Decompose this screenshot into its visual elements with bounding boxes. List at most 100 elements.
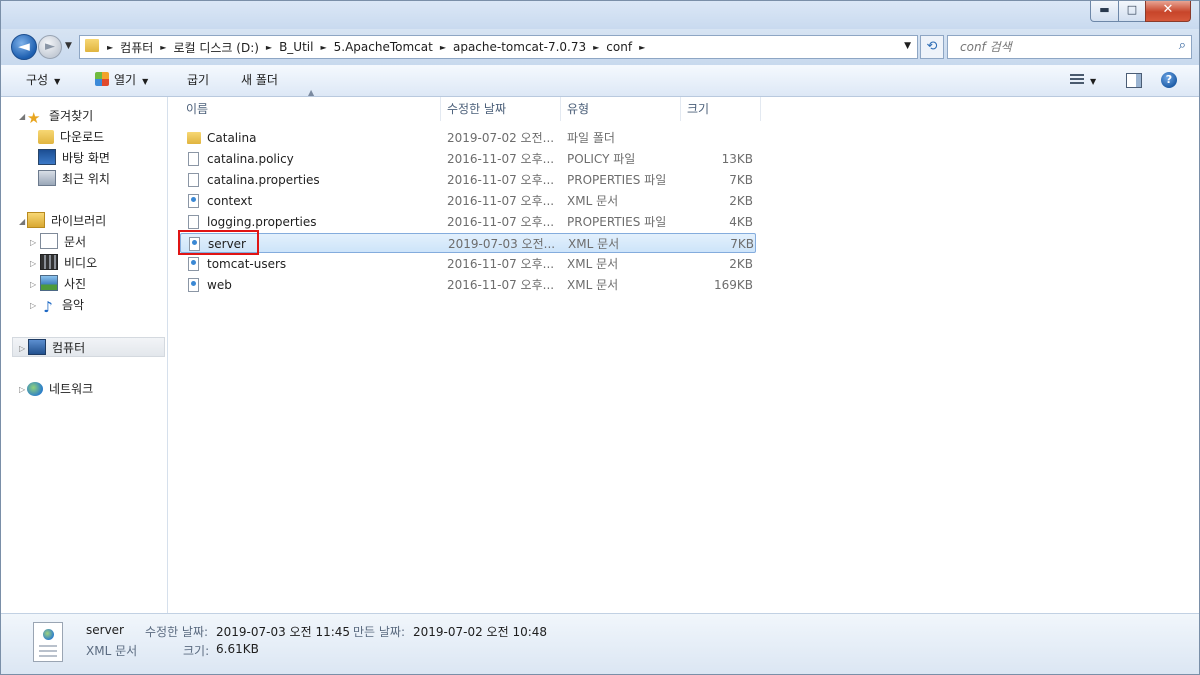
file-icon bbox=[188, 215, 199, 229]
nav-videos[interactable]: 비디오 bbox=[40, 253, 97, 273]
expand-arrow-icon[interactable]: ▷ bbox=[19, 385, 25, 394]
nav-documents[interactable]: 문서 bbox=[40, 232, 86, 252]
folder-icon bbox=[187, 132, 201, 144]
nav-label: 라이브러리 bbox=[51, 214, 107, 228]
breadcrumb-separator-icon[interactable]: ► bbox=[160, 43, 166, 52]
breadcrumb-separator-icon[interactable]: ► bbox=[639, 43, 645, 52]
column-header-date[interactable]: 수정한 날짜 bbox=[441, 97, 561, 121]
file-name: web bbox=[207, 278, 232, 292]
downloads-folder-icon bbox=[38, 130, 54, 144]
expand-arrow-icon[interactable]: ▷ bbox=[30, 238, 36, 247]
burn-button[interactable]: 굽기 bbox=[187, 65, 209, 96]
expand-arrow-icon[interactable]: ▷ bbox=[19, 344, 25, 353]
expand-arrow-icon[interactable]: ▷ bbox=[30, 301, 36, 310]
folder-icon bbox=[85, 39, 99, 52]
navigation-pane: ◢ ★ 즐겨찾기 다운로드 바탕 화면 최근 위치 ◢ 라이브러리 ▷ 문서 ▷ … bbox=[1, 97, 168, 613]
nav-downloads[interactable]: 다운로드 bbox=[38, 127, 104, 147]
file-date: 2016-11-07 오후... bbox=[447, 194, 555, 208]
help-button[interactable]: ? bbox=[1161, 72, 1177, 88]
breadcrumb-separator-icon[interactable]: ► bbox=[266, 43, 272, 52]
organize-label: 구성 bbox=[26, 73, 49, 87]
nav-music[interactable]: ♪ 음악 bbox=[40, 295, 84, 315]
file-type: PROPERTIES 파일 bbox=[567, 215, 667, 229]
nav-label: 즐겨찾기 bbox=[49, 109, 94, 123]
desktop-icon bbox=[38, 149, 56, 165]
address-bar[interactable]: ► 컴퓨터 ► 로컬 디스크 (D:) ► B_Util ► 5.ApacheTomcat ► a… bbox=[79, 35, 918, 59]
maximize-button[interactable]: □ bbox=[1118, 1, 1146, 22]
file-row[interactable]: catalina.properties 2016-11-07 오후... PROPE… bbox=[180, 170, 756, 190]
breadcrumb-item[interactable]: apache-tomcat-7.0.73 bbox=[453, 40, 586, 54]
file-type: XML 문서 bbox=[568, 237, 620, 251]
nav-computer[interactable]: 컴퓨터 bbox=[12, 337, 165, 357]
breadcrumb-separator-icon[interactable]: ► bbox=[440, 43, 446, 52]
breadcrumb-item[interactable]: 컴퓨터 bbox=[120, 39, 153, 56]
file-size: 169KB bbox=[713, 278, 753, 292]
music-note-icon: ♪ bbox=[43, 298, 53, 316]
details-file-name: server bbox=[86, 623, 124, 637]
file-row[interactable]: server 2019-07-03 오전... XML 문서 7KB bbox=[180, 233, 756, 253]
open-button[interactable]: 열기 ▼ bbox=[95, 65, 148, 96]
column-header-name[interactable]: 이름 bbox=[180, 97, 441, 121]
column-header-size[interactable]: 크기 bbox=[681, 97, 761, 121]
breadcrumb-item[interactable]: conf bbox=[606, 40, 632, 54]
recent-places-icon bbox=[38, 170, 56, 186]
nav-label: 문서 bbox=[64, 235, 87, 249]
collapse-arrow-icon[interactable]: ◢ bbox=[19, 112, 25, 121]
file-date: 2016-11-07 오후... bbox=[447, 173, 555, 187]
nav-label: 음악 bbox=[62, 298, 85, 312]
close-button[interactable]: ✕ bbox=[1145, 1, 1191, 22]
file-row[interactable]: web 2016-11-07 오후... XML 문서 169KB bbox=[180, 275, 756, 295]
details-view-icon bbox=[1070, 74, 1084, 85]
file-type: XML 문서 bbox=[567, 257, 619, 271]
file-row[interactable]: tomcat-users 2016-11-07 오후... XML 문서 2KB bbox=[180, 254, 756, 274]
details-pane: server XML 문서 수정한 날짜: 2019-07-03 오전 11:4… bbox=[1, 613, 1199, 674]
file-icon bbox=[188, 152, 199, 166]
back-button[interactable]: ◄ bbox=[11, 34, 37, 60]
star-icon: ★ bbox=[27, 109, 41, 127]
breadcrumb-separator-icon[interactable]: ► bbox=[593, 43, 599, 52]
breadcrumb-separator-icon[interactable]: ► bbox=[107, 43, 113, 52]
organize-button[interactable]: 구성 ▼ bbox=[26, 65, 60, 96]
forward-button[interactable]: ► bbox=[38, 35, 62, 59]
file-date: 2016-11-07 오후... bbox=[447, 278, 555, 292]
breadcrumb-item[interactable]: 로컬 디스크 (D:) bbox=[173, 39, 258, 56]
chevron-down-icon: ▼ bbox=[1090, 77, 1097, 86]
search-input[interactable] bbox=[958, 36, 1162, 58]
file-type: POLICY 파일 bbox=[567, 152, 636, 166]
nav-label: 사진 bbox=[64, 277, 87, 291]
file-row[interactable]: logging.properties 2016-11-07 오후... PROPER… bbox=[180, 212, 756, 232]
recent-pages-dropdown-icon[interactable]: ▼ bbox=[65, 41, 72, 51]
breadcrumb-item[interactable]: B_Util bbox=[279, 40, 313, 54]
expand-arrow-icon[interactable]: ▷ bbox=[30, 280, 36, 289]
search-icon[interactable]: ⌕ bbox=[1179, 38, 1186, 53]
file-row[interactable]: catalina.policy 2016-11-07 오후... POLICY 파일… bbox=[180, 149, 756, 169]
title-bar: ▬ □ ✕ bbox=[1, 1, 1199, 29]
file-type: 파일 폴더 bbox=[567, 131, 615, 145]
nav-recent[interactable]: 최근 위치 bbox=[38, 169, 110, 189]
minimize-button[interactable]: ▬ bbox=[1090, 1, 1119, 22]
nav-network[interactable]: 네트워크 bbox=[27, 379, 93, 399]
collapse-arrow-icon[interactable]: ◢ bbox=[19, 217, 25, 226]
file-name: catalina.policy bbox=[207, 152, 294, 166]
file-row[interactable]: Catalina 2019-07-02 오전... 파일 폴더 bbox=[180, 128, 756, 148]
nav-pictures[interactable]: 사진 bbox=[40, 274, 86, 294]
breadcrumb-separator-icon[interactable]: ► bbox=[320, 43, 326, 52]
breadcrumb-item[interactable]: 5.ApacheTomcat bbox=[334, 40, 433, 54]
xml-file-icon bbox=[188, 257, 199, 271]
refresh-button[interactable]: ⟲ bbox=[920, 35, 944, 59]
file-size: 7KB bbox=[730, 237, 754, 251]
details-modified-value: 2019-07-03 오전 11:45 bbox=[216, 625, 351, 639]
nav-desktop[interactable]: 바탕 화면 bbox=[38, 148, 110, 168]
address-history-dropdown-icon[interactable]: ▼ bbox=[904, 41, 911, 51]
new-folder-button[interactable]: 새 폴더 bbox=[241, 65, 278, 96]
column-header-type[interactable]: 유형 bbox=[561, 97, 681, 121]
documents-icon bbox=[40, 233, 58, 249]
nav-libraries[interactable]: 라이브러리 bbox=[27, 211, 106, 231]
explorer-window: ▬ □ ✕ ◄ ► ▼ ► 컴퓨터 ► 로컬 디스크 (D:) ► B_Util ► 5.Ap… bbox=[0, 0, 1200, 675]
preview-pane-button[interactable] bbox=[1126, 73, 1142, 88]
change-view-button[interactable]: ▼ bbox=[1070, 73, 1096, 87]
nav-favorites[interactable]: ★ 즐겨찾기 bbox=[27, 106, 93, 126]
xml-file-icon bbox=[188, 194, 199, 208]
file-row[interactable]: context 2016-11-07 오후... XML 문서 2KB bbox=[180, 191, 756, 211]
expand-arrow-icon[interactable]: ▷ bbox=[30, 259, 36, 268]
